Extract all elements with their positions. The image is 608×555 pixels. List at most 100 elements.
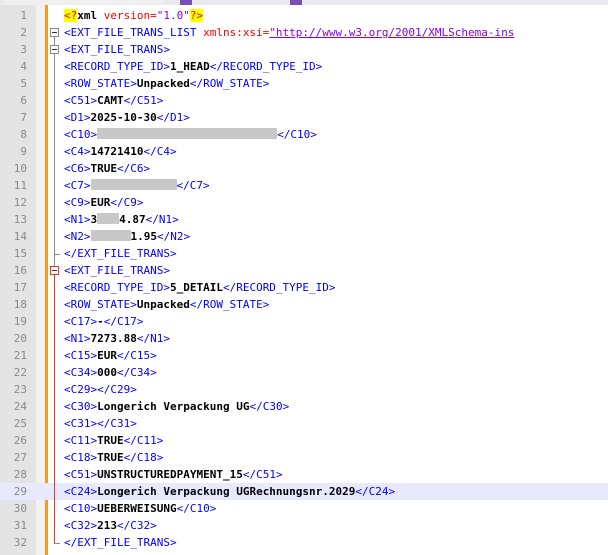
code-line[interactable]: 29 <C24>Longerich Verpackung UGRechnungsn… xyxy=(0,483,608,500)
xml-tag: </C31> xyxy=(97,417,137,430)
line-number: 21 xyxy=(13,349,27,362)
xml-text: - xyxy=(97,315,104,328)
line-content: <RECORD_TYPE_ID>5_DETAIL</RECORD_TYPE_ID… xyxy=(64,279,336,296)
code-line[interactable]: 14 <N2> 1.95</N2> xyxy=(0,228,608,245)
code-line[interactable]: 8 <C10> </C10> xyxy=(0,126,608,143)
xml-tag: </C9> xyxy=(110,196,144,209)
line-number: 32 xyxy=(13,536,27,549)
xml-tag: </N1> xyxy=(145,213,179,226)
code-line[interactable]: 28 <C51>UNSTRUCTUREDPAYMENT_15</C51> xyxy=(0,466,608,483)
line-content: <C17>-</C17> xyxy=(64,313,144,330)
code-line[interactable]: 9 <C4>14721410</C4> xyxy=(0,143,608,160)
code-line[interactable]: 7 <D1>2025-10-30</D1> xyxy=(0,109,608,126)
line-content: <C32>213</C32> xyxy=(64,517,157,534)
xml-tag: <RECORD_TYPE_ID> xyxy=(64,60,170,73)
xml-tag: </ROW_STATE> xyxy=(189,77,270,90)
xml-tag: <C51> xyxy=(64,468,98,481)
code-line[interactable]: 31 <C32>213</C32> xyxy=(0,517,608,534)
xml-tag: </C6> xyxy=(117,162,151,175)
code-line[interactable]: 17 <RECORD_TYPE_ID>5_DETAIL</RECORD_TYPE_… xyxy=(0,279,608,296)
xml-tag: <C4> xyxy=(64,145,91,158)
xml-tag: </RECORD_TYPE_ID> xyxy=(222,281,336,294)
code-line[interactable]: 5 <ROW_STATE>Unpacked</ROW_STATE> xyxy=(0,75,608,92)
code-line[interactable]: 6 <C51>CAMT</C51> xyxy=(0,92,608,109)
line-content: <C6>TRUE</C6> xyxy=(64,160,150,177)
code-line[interactable]: 23 <C29></C29> xyxy=(0,381,608,398)
line-number: 5 xyxy=(20,77,27,90)
line-content: <RECORD_TYPE_ID>1_HEAD</RECORD_TYPE_ID> xyxy=(64,58,322,75)
code-line[interactable]: 15 </EXT_FILE_TRANS> xyxy=(0,245,608,262)
fold-guide-line xyxy=(54,275,55,543)
xml-text: CAMT xyxy=(97,94,124,107)
code-line[interactable]: 30 <C10>UEBERWEISUNG</C10> xyxy=(0,500,608,517)
line-content: <EXT_FILE_TRANS> xyxy=(64,262,170,279)
xml-tag: <C17> xyxy=(64,315,98,328)
line-content: </EXT_FILE_TRANS> xyxy=(64,534,177,551)
line-content: <C7> </C7> xyxy=(64,177,210,194)
code-line[interactable]: 20 <N1>7273.88</N1> xyxy=(0,330,608,347)
xml-text: 4.87 xyxy=(119,213,146,226)
xml-tag: <C11> xyxy=(64,434,98,447)
code-line[interactable]: 27 <C18>TRUE</C18> xyxy=(0,449,608,466)
line-number: 31 xyxy=(13,519,27,532)
line-number: 8 xyxy=(20,128,27,141)
code-line[interactable]: 19 <C17>-</C17> xyxy=(0,313,608,330)
redacted-value xyxy=(97,213,120,224)
redacted-value xyxy=(97,128,278,139)
xml-token: xmlns:xsi= xyxy=(203,26,270,39)
line-content: <ROW_STATE>Unpacked</ROW_STATE> xyxy=(64,75,269,92)
code-line[interactable]: 16 <EXT_FILE_TRANS> xyxy=(0,262,608,279)
xml-text: TRUE xyxy=(97,434,124,447)
code-line[interactable]: 1 <?xml version="1.0"?> xyxy=(0,7,608,24)
line-number: 27 xyxy=(13,451,27,464)
code-line[interactable]: 11 <C7> </C7> xyxy=(0,177,608,194)
fold-toggle-icon[interactable] xyxy=(50,45,59,54)
line-content: <C29></C29> xyxy=(64,381,137,398)
code-line[interactable]: 13 <N1>3 4.87</N1> xyxy=(0,211,608,228)
line-number: 15 xyxy=(13,247,27,260)
line-content: </EXT_FILE_TRANS> xyxy=(64,245,177,262)
xml-tag: </C51> xyxy=(242,468,283,481)
xml-tag: </ROW_STATE> xyxy=(189,298,270,311)
code-line[interactable]: 2 <EXT_FILE_TRANS_LIST xmlns:xsi="http://… xyxy=(0,24,608,41)
code-line[interactable]: 4 <RECORD_TYPE_ID>1_HEAD</RECORD_TYPE_ID> xyxy=(0,58,608,75)
fold-end-marker xyxy=(54,254,60,255)
xml-tag: </C15> xyxy=(117,349,157,362)
xml-tag: <ROW_STATE> xyxy=(64,298,137,311)
xml-token: <? xyxy=(64,9,78,22)
line-number: 1 xyxy=(20,9,27,22)
xml-tag: <C29> xyxy=(64,383,98,396)
fold-toggle-icon[interactable] xyxy=(50,28,59,37)
line-number: 29 xyxy=(13,485,27,498)
xml-text: UNSTRUCTUREDPAYMENT_15 xyxy=(97,468,243,481)
code-line[interactable]: 32 </EXT_FILE_TRANS> xyxy=(0,534,608,551)
code-line[interactable]: 25 <C31></C31> xyxy=(0,415,608,432)
xml-text: 213 xyxy=(97,519,117,532)
line-content: <EXT_FILE_TRANS> xyxy=(64,41,170,58)
code-line[interactable]: 3 <EXT_FILE_TRANS> xyxy=(0,41,608,58)
line-content: <C10>UEBERWEISUNG</C10> xyxy=(64,500,216,517)
line-content: <N2> 1.95</N2> xyxy=(64,228,190,245)
code-line[interactable]: 10 <C6>TRUE</C6> xyxy=(0,160,608,177)
code-line[interactable]: 21 <C15>EUR</C15> xyxy=(0,347,608,364)
code-line[interactable]: 24 <C30>Longerich Verpackung UG</C30> xyxy=(0,398,608,415)
line-number: 4 xyxy=(20,60,27,73)
xml-text: Longerich Verpackung UGRechnungsnr.2029 xyxy=(97,485,356,498)
xml-tag: </C30> xyxy=(249,400,290,413)
line-number: 22 xyxy=(13,366,27,379)
xml-tag: <C18> xyxy=(64,451,98,464)
xml-text: Longerich Verpackung UG xyxy=(97,400,250,413)
fold-toggle-icon[interactable] xyxy=(50,266,59,275)
code-line[interactable]: 18 <ROW_STATE>Unpacked</ROW_STATE> xyxy=(0,296,608,313)
line-number: 30 xyxy=(13,502,27,515)
code-line[interactable]: 12 <C9>EUR</C9> xyxy=(0,194,608,211)
line-content: <C4>14721410</C4> xyxy=(64,143,177,160)
xml-text: 5_DETAIL xyxy=(169,281,223,294)
line-number: 10 xyxy=(13,162,27,175)
tab-icon xyxy=(290,0,302,5)
code-line[interactable]: 22 <C34>000</C34> xyxy=(0,364,608,381)
line-content: <EXT_FILE_TRANS_LIST xmlns:xsi="http://w… xyxy=(64,24,514,41)
xml-tag: </N2> xyxy=(157,230,191,243)
code-line[interactable]: 26 <C11>TRUE</C11> xyxy=(0,432,608,449)
line-content: <ROW_STATE>Unpacked</ROW_STATE> xyxy=(64,296,269,313)
